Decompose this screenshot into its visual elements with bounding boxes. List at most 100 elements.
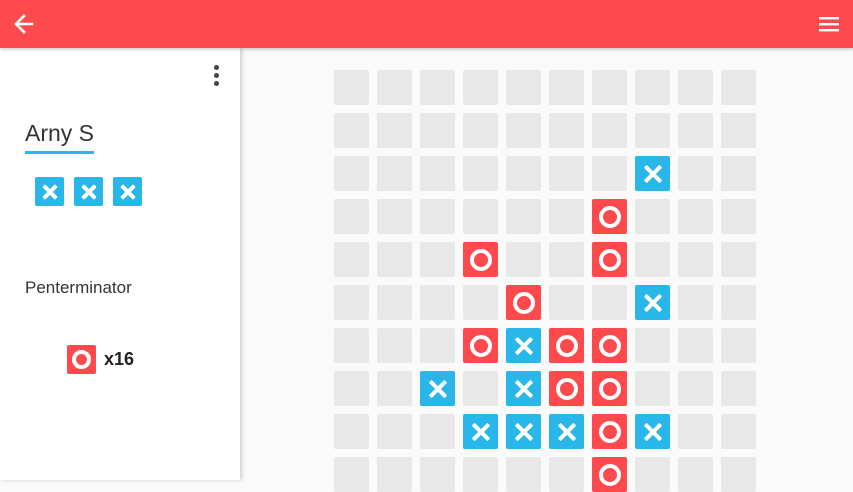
board-cell-empty[interactable] (420, 414, 455, 449)
board-cell-empty[interactable] (334, 371, 369, 406)
board-cell-empty[interactable] (721, 242, 756, 277)
board-cell-empty[interactable] (635, 113, 670, 148)
board-cell-empty[interactable] (635, 371, 670, 406)
board-cell-empty[interactable] (721, 156, 756, 191)
board-cell-empty[interactable] (334, 328, 369, 363)
board-cell-empty[interactable] (377, 414, 412, 449)
board-cell-empty[interactable] (721, 70, 756, 105)
board-cell-empty[interactable] (592, 113, 627, 148)
board-cell-empty[interactable] (549, 70, 584, 105)
app-bar (0, 0, 853, 48)
board-cell-empty[interactable] (334, 113, 369, 148)
o-mark-icon (67, 345, 96, 374)
more-vertical-icon[interactable] (206, 62, 226, 92)
board-cell-empty[interactable] (463, 457, 498, 492)
board-cell-empty[interactable] (592, 156, 627, 191)
player1-marks (35, 177, 142, 206)
board-cell-empty[interactable] (420, 242, 455, 277)
board-cell-empty[interactable] (635, 199, 670, 234)
board-cell-empty[interactable] (506, 156, 541, 191)
board-cell-empty[interactable] (334, 242, 369, 277)
game-board (334, 70, 756, 492)
board-cell-empty[interactable] (549, 457, 584, 492)
board-cell-empty[interactable] (678, 371, 713, 406)
board-cell-empty[interactable] (334, 414, 369, 449)
board-cell-empty[interactable] (463, 371, 498, 406)
board-cell-empty[interactable] (420, 156, 455, 191)
board-cell-empty[interactable] (334, 457, 369, 492)
board-cell-empty[interactable] (377, 457, 412, 492)
board-cell-empty[interactable] (721, 285, 756, 320)
board-cell-empty[interactable] (549, 242, 584, 277)
board-cell-empty[interactable] (420, 70, 455, 105)
board-cell-empty[interactable] (506, 457, 541, 492)
x-mark-icon (113, 177, 142, 206)
board-cell-empty[interactable] (592, 70, 627, 105)
board-cell-empty[interactable] (678, 199, 713, 234)
board-cell-empty[interactable] (678, 285, 713, 320)
board-cell-empty[interactable] (592, 285, 627, 320)
board-cell-o (592, 199, 627, 234)
board-cell-empty[interactable] (377, 156, 412, 191)
board-cell-empty[interactable] (334, 285, 369, 320)
board-cell-empty[interactable] (635, 70, 670, 105)
board-cell-empty[interactable] (721, 371, 756, 406)
board-cell-empty[interactable] (549, 156, 584, 191)
board-cell-empty[interactable] (721, 414, 756, 449)
board-cell-x (506, 414, 541, 449)
board-cell-empty[interactable] (463, 285, 498, 320)
board-cell-empty[interactable] (721, 457, 756, 492)
board-cell-empty[interactable] (506, 70, 541, 105)
board-cell-empty[interactable] (721, 199, 756, 234)
board-cell-empty[interactable] (420, 199, 455, 234)
board-cell-empty[interactable] (377, 199, 412, 234)
hamburger-menu-icon[interactable] (817, 12, 841, 36)
board-cell-empty[interactable] (463, 199, 498, 234)
board-cell-empty[interactable] (635, 328, 670, 363)
back-arrow-icon[interactable] (10, 10, 38, 38)
board-cell-empty[interactable] (678, 457, 713, 492)
x-mark-icon (35, 177, 64, 206)
board-cell-empty[interactable] (506, 242, 541, 277)
board-cell-empty[interactable] (334, 70, 369, 105)
player2-mark-count: x16 (104, 349, 135, 369)
board-cell-empty[interactable] (678, 70, 713, 105)
board-cell-empty[interactable] (420, 113, 455, 148)
board-cell-empty[interactable] (463, 113, 498, 148)
board-cell-o (592, 242, 627, 277)
board-cell-empty[interactable] (678, 156, 713, 191)
board-cell-empty[interactable] (506, 199, 541, 234)
board-cell-empty[interactable] (635, 457, 670, 492)
board-cell-empty[interactable] (506, 113, 541, 148)
player2-score: x16 (67, 345, 134, 374)
board-cell-o (592, 457, 627, 492)
board-cell-x (463, 414, 498, 449)
board-cell-empty[interactable] (377, 371, 412, 406)
board-cell-empty[interactable] (420, 457, 455, 492)
board-cell-empty[interactable] (549, 199, 584, 234)
board-cell-empty[interactable] (377, 113, 412, 148)
board-cell-empty[interactable] (549, 285, 584, 320)
board-cell-empty[interactable] (721, 328, 756, 363)
board-cell-empty[interactable] (678, 328, 713, 363)
board-cell-empty[interactable] (420, 328, 455, 363)
board-cell-empty[interactable] (377, 328, 412, 363)
board-cell-empty[interactable] (721, 113, 756, 148)
board-cell-empty[interactable] (678, 113, 713, 148)
board-cell-empty[interactable] (635, 242, 670, 277)
board-cell-o (506, 285, 541, 320)
board-cell-empty[interactable] (334, 156, 369, 191)
board-cell-empty[interactable] (334, 199, 369, 234)
player1-name[interactable]: Arny S (25, 120, 95, 154)
board-cell-o (592, 414, 627, 449)
board-cell-empty[interactable] (420, 285, 455, 320)
board-cell-empty[interactable] (678, 414, 713, 449)
board-cell-empty[interactable] (377, 242, 412, 277)
board-cell-empty[interactable] (549, 113, 584, 148)
board-cell-empty[interactable] (463, 70, 498, 105)
board-cell-empty[interactable] (463, 156, 498, 191)
board-cell-empty[interactable] (678, 242, 713, 277)
board-cell-empty[interactable] (377, 285, 412, 320)
board-cell-empty[interactable] (377, 70, 412, 105)
board-cell-x (635, 156, 670, 191)
